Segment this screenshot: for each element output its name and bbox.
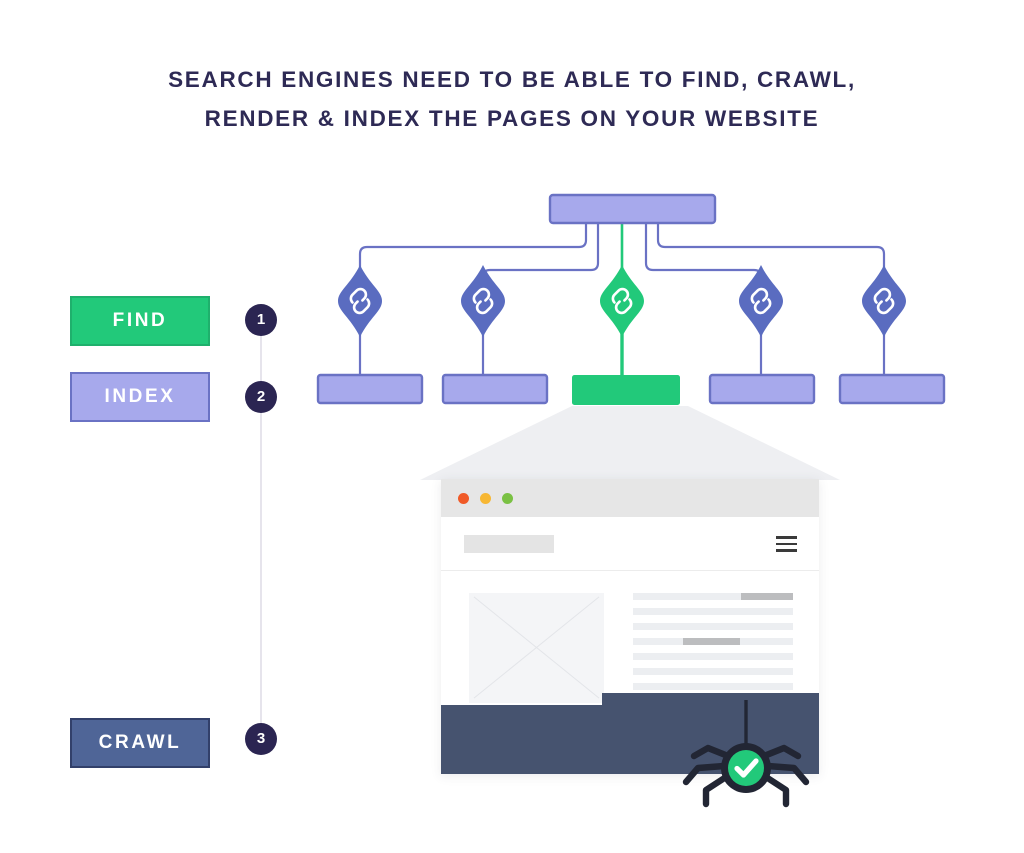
page-box-4[interactable] <box>708 373 816 405</box>
hamburger-icon[interactable] <box>776 536 797 552</box>
page-box-2[interactable] <box>441 373 549 405</box>
text-line <box>633 608 793 615</box>
title-line-2: RENDER & INDEX THE PAGES ON YOUR WEBSITE <box>204 106 820 131</box>
window-minimize-dot[interactable] <box>480 493 491 504</box>
check-badge <box>728 750 764 786</box>
link-node-3-highlighted[interactable] <box>600 265 644 337</box>
root-page-node[interactable] <box>548 193 717 225</box>
link-node-5[interactable] <box>862 265 906 337</box>
page-box-5[interactable] <box>838 373 946 405</box>
text-line <box>633 683 793 690</box>
projection-beam <box>420 406 840 480</box>
title-line-1: SEARCH ENGINES NEED TO BE ABLE TO FIND, … <box>168 67 856 92</box>
stage-label-index: INDEX <box>70 372 210 422</box>
text-line <box>633 638 793 645</box>
step-number-1: 1 <box>245 304 277 336</box>
page-box-1[interactable] <box>316 373 424 405</box>
infographic-canvas: SEARCH ENGINES NEED TO BE ABLE TO FIND, … <box>0 0 1024 853</box>
text-line <box>633 653 793 660</box>
window-maximize-dot[interactable] <box>502 493 513 504</box>
text-highlight <box>683 638 740 645</box>
link-node-1[interactable] <box>338 265 382 337</box>
step-number-3: 3 <box>245 723 277 755</box>
stage-label-crawl: CRAWL <box>70 718 210 768</box>
site-logo-placeholder <box>464 535 554 553</box>
image-placeholder-icon <box>469 593 604 703</box>
link-node-2[interactable] <box>461 265 505 337</box>
text-lines <box>633 593 793 698</box>
spider-icon <box>682 700 810 808</box>
page-footer-left <box>441 705 602 774</box>
sitemap-tree <box>316 193 946 405</box>
browser-title-bar <box>441 479 819 517</box>
stage-label-find: FIND <box>70 296 210 346</box>
text-line <box>633 593 793 600</box>
text-line <box>633 623 793 630</box>
page-title: SEARCH ENGINES NEED TO BE ABLE TO FIND, … <box>0 60 1024 138</box>
site-header <box>441 517 819 571</box>
text-line <box>633 668 793 675</box>
page-box-3-highlighted[interactable] <box>572 375 680 405</box>
text-highlight <box>741 593 793 600</box>
link-node-4[interactable] <box>739 265 783 337</box>
window-close-dot[interactable] <box>458 493 469 504</box>
step-number-2: 2 <box>245 381 277 413</box>
